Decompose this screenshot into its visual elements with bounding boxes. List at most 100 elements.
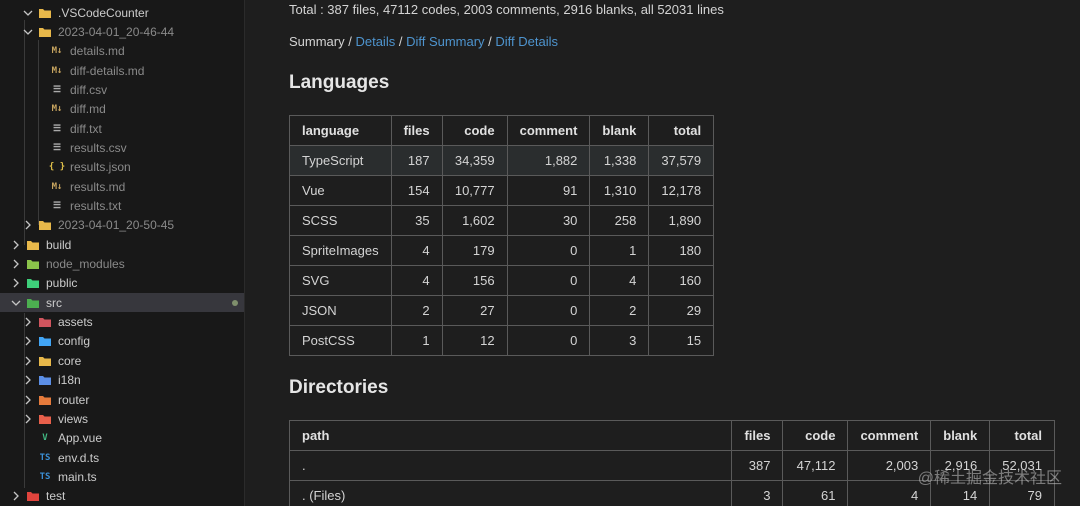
table-cell: 258 — [589, 205, 650, 236]
chevron-down-icon[interactable] — [22, 7, 34, 19]
tree-item-results-json[interactable]: { } results.json — [0, 158, 244, 177]
table-cell: PostCSS — [289, 325, 392, 356]
tree-item-results-csv[interactable]: ☰ results.csv — [0, 138, 244, 157]
chevron-right-icon[interactable] — [22, 219, 34, 231]
tree-item-node-modules[interactable]: node_modules — [0, 255, 244, 274]
languages-header-cell: comment — [506, 115, 591, 146]
directories-header-cell: blank — [930, 420, 991, 451]
tree-item-label: public — [46, 276, 78, 291]
nav-diff-summary-link[interactable]: Diff Summary — [406, 34, 485, 49]
tree-item-src[interactable]: src — [0, 293, 244, 313]
typescript-icon: TS — [39, 471, 51, 482]
chevron-right-icon[interactable] — [22, 413, 34, 425]
chevron-right-icon[interactable] — [22, 355, 34, 367]
nav-diff-details-link[interactable]: Diff Details — [495, 34, 558, 49]
tree-item-diff-csv[interactable]: ☰ diff.csv — [0, 80, 244, 99]
table-cell: 29 — [648, 295, 715, 326]
tree-item-main-ts[interactable]: TS main.ts — [0, 467, 244, 486]
table-cell: 1,890 — [648, 205, 715, 236]
modified-indicator — [232, 299, 238, 306]
table-cell: 30 — [506, 205, 591, 236]
tree-item-label: results.md — [70, 179, 126, 194]
table-cell: 387 — [731, 450, 784, 481]
tree-item-diff-txt[interactable]: ☰ diff.txt — [0, 119, 244, 138]
table-cell: 91 — [506, 175, 591, 206]
directories-heading: Directories — [289, 377, 389, 398]
tree-item-label: diff.csv — [70, 82, 108, 97]
chevron-right-icon[interactable] — [22, 394, 34, 406]
table-cell: 12,178 — [648, 175, 715, 206]
table-cell: SVG — [289, 265, 392, 296]
nav-summary: Summary — [289, 34, 345, 49]
tree-item-details-md[interactable]: M↓ details.md — [0, 42, 244, 61]
nav-separator: / — [395, 34, 407, 49]
tree-item-results-txt[interactable]: ☰ results.txt — [0, 197, 244, 216]
table-cell: 1 — [390, 325, 443, 356]
tree-item-results-md[interactable]: M↓ results.md — [0, 177, 244, 196]
table-row: Vue 154 10,777 91 1,310 12,178 — [289, 175, 715, 206]
markdown-icon: M↓ — [51, 181, 63, 192]
tree-item-2023-04-01-20-46-44[interactable]: 2023-04-01_20-46-44 — [0, 22, 244, 41]
tree-item-core[interactable]: core — [0, 351, 244, 370]
table-cell: 1,602 — [441, 205, 508, 236]
chevron-right-icon[interactable] — [10, 490, 22, 502]
tree-item-public[interactable]: public — [0, 274, 244, 293]
test-folder-icon — [26, 489, 40, 503]
tree-item-label: test — [46, 489, 66, 504]
json-icon: { } — [48, 162, 66, 173]
tree-item-views[interactable]: views — [0, 409, 244, 428]
tree-item-label: build — [46, 237, 72, 252]
table-row: SVG 4 156 0 4 160 — [289, 265, 715, 296]
chevron-right-icon[interactable] — [10, 258, 22, 270]
tree-item-label: results.json — [70, 160, 131, 175]
table-cell: 12 — [441, 325, 508, 356]
folder-icon — [26, 238, 40, 252]
table-cell: JSON — [289, 295, 392, 326]
table-cell: SCSS — [289, 205, 392, 236]
tree-item-label: src — [46, 295, 62, 310]
table-cell: 1,338 — [589, 145, 650, 176]
node-folder-icon — [26, 257, 40, 271]
folder-icon — [38, 218, 52, 232]
directories-header-cell: files — [731, 420, 784, 451]
tree-item-label: router — [58, 392, 90, 407]
chevron-right-icon[interactable] — [22, 374, 34, 386]
tree-item-router[interactable]: router — [0, 390, 244, 409]
tree-item-diff-md[interactable]: M↓ diff.md — [0, 100, 244, 119]
tree-item-app-vue[interactable]: V App.vue — [0, 429, 244, 448]
table-cell: 180 — [648, 235, 715, 266]
tree-item-test[interactable]: test — [0, 487, 244, 506]
directories-header-cell: path — [288, 420, 733, 451]
chevron-down-icon[interactable] — [10, 297, 22, 309]
chevron-right-icon[interactable] — [10, 239, 22, 251]
tree-item-env-d-ts[interactable]: TS env.d.ts — [0, 448, 244, 467]
tree-item-build[interactable]: build — [0, 235, 244, 254]
chevron-right-icon[interactable] — [22, 335, 34, 347]
table-cell: 4 — [589, 265, 650, 296]
chevron-down-icon[interactable] — [22, 26, 34, 38]
table-cell: 27 — [441, 295, 508, 326]
chevron-right-icon[interactable] — [22, 316, 34, 328]
csv-file-icon: ☰ — [52, 84, 62, 95]
table-cell: 1,310 — [589, 175, 650, 206]
tree-item-2023-04-01-20-50-45[interactable]: 2023-04-01_20-50-45 — [0, 216, 244, 235]
nav-separator: / — [344, 34, 356, 49]
tree-item-config[interactable]: config — [0, 332, 244, 351]
languages-header-cell: files — [390, 115, 443, 146]
tree-item-i18n[interactable]: i18n — [0, 371, 244, 390]
table-cell: 0 — [506, 295, 591, 326]
chevron-right-icon[interactable] — [10, 277, 22, 289]
table-cell: 10,777 — [441, 175, 508, 206]
tree-item-vscodecounter[interactable]: .VSCodeCounter — [0, 3, 244, 22]
folder-open-icon — [38, 25, 52, 39]
typescript-icon: TS — [39, 452, 51, 463]
tree-item-label: diff.md — [70, 102, 106, 117]
tree-item-diff-details-md[interactable]: M↓ diff-details.md — [0, 61, 244, 80]
tree-item-assets[interactable]: assets — [0, 313, 244, 332]
tree-item-label: results.csv — [70, 140, 127, 155]
nav-details-link[interactable]: Details — [355, 34, 395, 49]
